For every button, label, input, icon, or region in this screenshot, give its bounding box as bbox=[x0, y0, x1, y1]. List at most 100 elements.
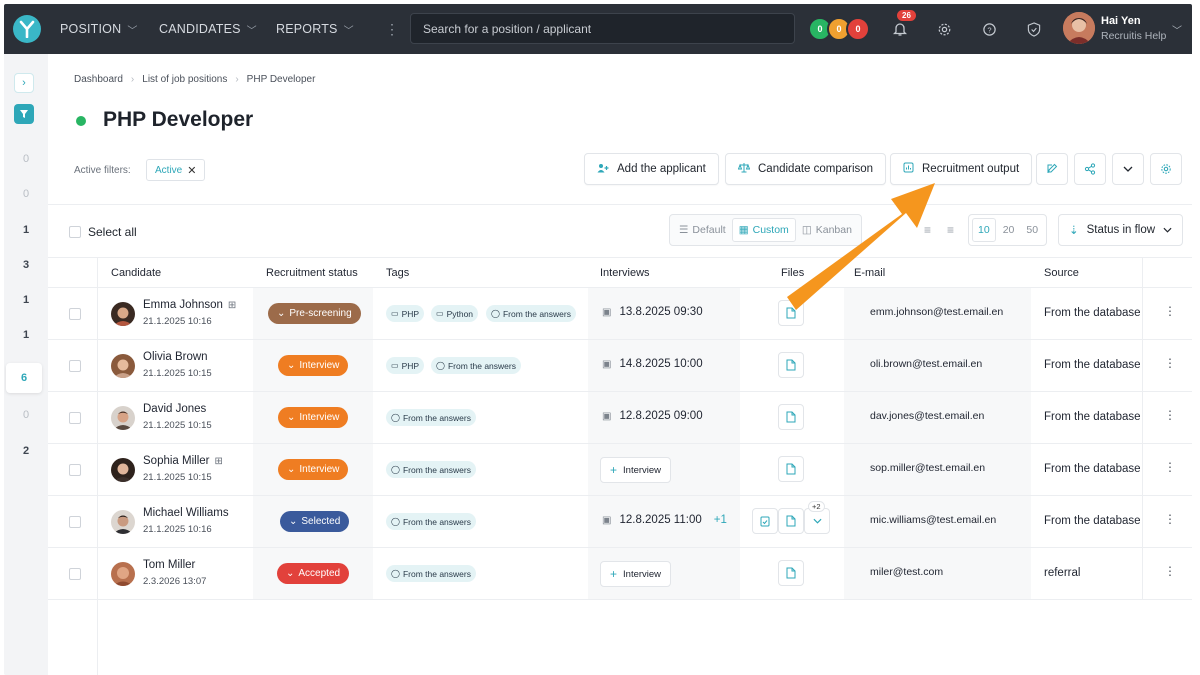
candidate-name[interactable]: Sophia Miller ⊞ bbox=[143, 455, 223, 467]
tag[interactable]: ◯ From the answers bbox=[431, 357, 521, 374]
rail-count[interactable]: 0 bbox=[4, 188, 48, 200]
column-header-status[interactable]: Recruitment status bbox=[266, 267, 358, 279]
select-all[interactable]: Select all bbox=[69, 225, 137, 239]
candidate-email[interactable]: sop.miller@test.email.en bbox=[870, 462, 985, 474]
tag[interactable]: ◯ From the answers bbox=[386, 513, 476, 530]
status-badge[interactable]: ⌄ Interview bbox=[278, 459, 349, 480]
more-menu-icon[interactable]: ⋮ bbox=[385, 21, 399, 38]
status-badge[interactable]: ⌄ Pre-screening bbox=[268, 303, 361, 324]
tag[interactable]: ◯ From the answers bbox=[386, 565, 476, 582]
interview-datetime[interactable]: ▣ 14.8.2025 10:00 bbox=[602, 358, 703, 370]
tag[interactable]: ◯ From the answers bbox=[386, 409, 476, 426]
candidate-name[interactable]: Michael Williams bbox=[143, 507, 229, 519]
status-circles[interactable]: 0 0 0 bbox=[808, 17, 872, 41]
user-avatar[interactable] bbox=[1063, 12, 1095, 44]
table-row[interactable]: Sophia Miller ⊞ 21.1.2025 10:15 ⌄ Intervie… bbox=[48, 444, 1192, 496]
tag[interactable]: ▭ PHP bbox=[386, 305, 425, 322]
status-badge[interactable]: ⌄ Interview bbox=[278, 407, 349, 428]
page-size-option[interactable]: 10 bbox=[972, 218, 996, 242]
row-checkbox[interactable] bbox=[69, 464, 81, 476]
row-menu-icon[interactable]: ⋮ bbox=[1164, 304, 1176, 318]
nav-candidates[interactable]: CANDIDATES ﹀ bbox=[159, 4, 257, 54]
candidate-email[interactable]: mic.williams@test.email.en bbox=[870, 514, 996, 526]
file-icon[interactable] bbox=[778, 404, 804, 430]
rail-count[interactable]: 1 bbox=[4, 329, 48, 341]
close-icon[interactable]: ✕ bbox=[187, 164, 196, 177]
add-interview-button[interactable]: + Interview bbox=[600, 457, 672, 483]
file-icon[interactable] bbox=[778, 508, 804, 534]
table-row[interactable]: Tom Miller 2.3.2026 13:07 ⌄ Accepted ◯ Fro… bbox=[48, 548, 1192, 600]
breadcrumb-dashboard[interactable]: Dashboard bbox=[74, 74, 123, 85]
file-icon[interactable] bbox=[778, 352, 804, 378]
rail-count-active[interactable]: 6 bbox=[6, 363, 42, 393]
breadcrumb-job-positions[interactable]: List of job positions bbox=[142, 74, 227, 85]
row-menu-icon[interactable]: ⋮ bbox=[1164, 512, 1176, 526]
row-menu-icon[interactable]: ⋮ bbox=[1164, 408, 1176, 422]
avatar[interactable] bbox=[111, 406, 135, 430]
status-badge[interactable]: ⌄ Selected bbox=[280, 511, 350, 532]
clipboard-check-icon[interactable] bbox=[752, 508, 778, 534]
file-icon[interactable] bbox=[778, 560, 804, 586]
row-menu-icon[interactable]: ⋮ bbox=[1164, 460, 1176, 474]
settings-icon[interactable] bbox=[1150, 153, 1182, 185]
shield-icon[interactable] bbox=[1024, 19, 1044, 39]
status-badge[interactable]: ⌄ Interview bbox=[278, 355, 349, 376]
interview-datetime[interactable]: ▣ 12.8.2025 09:00 bbox=[602, 410, 703, 422]
more-files-button[interactable]: +2 bbox=[804, 501, 830, 534]
view-kanban[interactable]: ◫ Kanban bbox=[796, 218, 858, 242]
candidate-name[interactable]: Olivia Brown bbox=[143, 351, 208, 363]
user-name[interactable]: Hai Yen bbox=[1101, 15, 1141, 27]
row-menu-icon[interactable]: ⋮ bbox=[1164, 356, 1176, 370]
candidate-email[interactable]: oli.brown@test.email.en bbox=[870, 358, 982, 370]
chevron-down-icon[interactable] bbox=[1112, 153, 1144, 185]
rail-count[interactable]: 3 bbox=[4, 259, 48, 271]
rail-count[interactable]: 1 bbox=[4, 224, 48, 236]
column-header-email[interactable]: E-mail bbox=[854, 267, 885, 279]
status-in-flow-select[interactable]: ⇣ Status in flow bbox=[1058, 214, 1184, 246]
chevron-down-icon[interactable]: ﹀ bbox=[1172, 22, 1182, 37]
recruitment-output-button[interactable]: Recruitment output bbox=[890, 153, 1033, 185]
candidate-name[interactable]: Emma Johnson ⊞ bbox=[143, 299, 236, 311]
filter-chip-active[interactable]: Active ✕ bbox=[146, 159, 206, 181]
candidate-email[interactable]: dav.jones@test.email.en bbox=[870, 410, 984, 422]
avatar[interactable] bbox=[111, 562, 135, 586]
table-row[interactable]: Emma Johnson ⊞ 21.1.2025 10:16 ⌄ Pre-scree… bbox=[48, 288, 1192, 340]
avatar[interactable] bbox=[111, 510, 135, 534]
rail-count[interactable]: 1 bbox=[4, 294, 48, 306]
add-interview-button[interactable]: + Interview bbox=[600, 561, 672, 587]
row-checkbox[interactable] bbox=[69, 516, 81, 528]
tag[interactable]: ▭ PHP bbox=[386, 357, 425, 374]
interview-datetime[interactable]: ▣ 13.8.2025 09:30 bbox=[602, 306, 703, 318]
avatar[interactable] bbox=[111, 458, 135, 482]
row-checkbox[interactable] bbox=[69, 360, 81, 372]
column-header-tags[interactable]: Tags bbox=[386, 267, 409, 279]
share-icon[interactable] bbox=[1074, 153, 1106, 185]
interview-datetime[interactable]: ▣ 12.8.2025 11:00 +1 bbox=[602, 514, 727, 526]
view-default[interactable]: ☰ Default bbox=[673, 218, 732, 242]
add-applicant-button[interactable]: Add the applicant bbox=[584, 153, 719, 185]
column-header-interviews[interactable]: Interviews bbox=[600, 267, 650, 279]
file-icon[interactable] bbox=[778, 456, 804, 482]
select-all-checkbox[interactable] bbox=[69, 226, 81, 238]
status-badge[interactable]: ⌄ Accepted bbox=[277, 563, 350, 584]
file-icon[interactable] bbox=[778, 300, 804, 326]
view-custom[interactable]: ▦ Custom bbox=[731, 218, 796, 242]
gear-icon[interactable] bbox=[934, 19, 954, 39]
avatar[interactable] bbox=[111, 354, 135, 378]
filter-icon[interactable] bbox=[14, 104, 34, 124]
row-checkbox[interactable] bbox=[69, 568, 81, 580]
column-header-files[interactable]: Files bbox=[781, 267, 804, 279]
table-row[interactable]: Michael Williams 21.1.2025 10:16 ⌄ Select… bbox=[48, 496, 1192, 548]
nav-position[interactable]: POSITION ﹀ bbox=[60, 4, 138, 54]
rail-count[interactable]: 0 bbox=[4, 409, 48, 421]
row-menu-icon[interactable]: ⋮ bbox=[1164, 564, 1176, 578]
edit-icon[interactable] bbox=[1036, 153, 1068, 185]
nav-reports[interactable]: REPORTS ﹀ bbox=[276, 4, 354, 54]
app-logo-icon[interactable] bbox=[13, 15, 41, 43]
candidate-email[interactable]: emm.johnson@test.email.en bbox=[870, 306, 1003, 318]
candidate-comparison-button[interactable]: Candidate comparison bbox=[725, 153, 887, 185]
page-size-option[interactable]: 50 bbox=[1021, 218, 1043, 242]
page-size-option[interactable]: 20 bbox=[998, 218, 1020, 242]
tag[interactable]: ◯ From the answers bbox=[386, 461, 476, 478]
rail-count[interactable]: 2 bbox=[4, 445, 48, 457]
